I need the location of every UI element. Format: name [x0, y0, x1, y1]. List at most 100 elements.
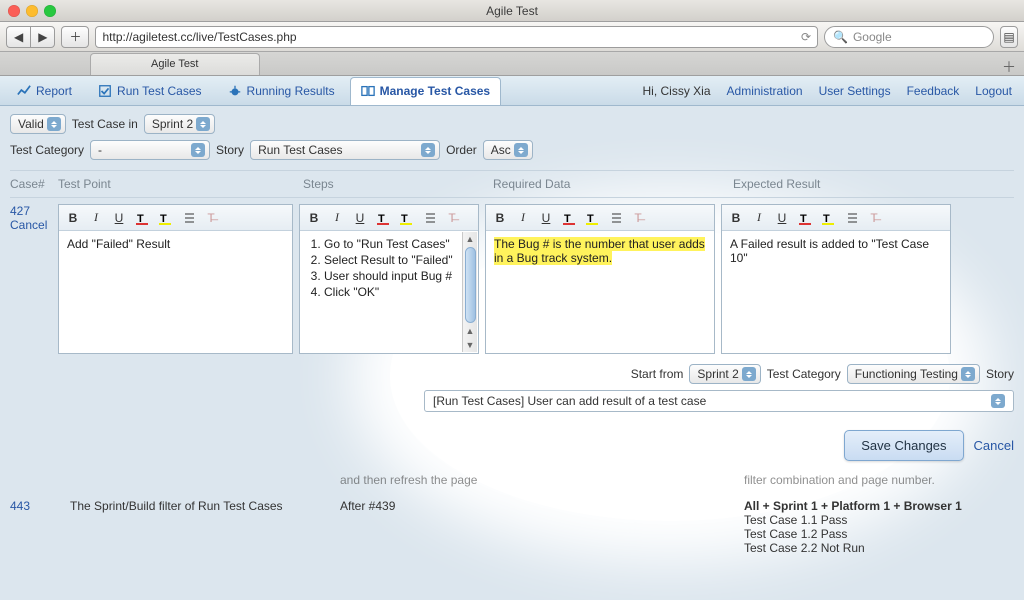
- italic-button[interactable]: I: [88, 210, 104, 226]
- testcase-table: Case# Test Point Steps Required Data Exp…: [10, 170, 1014, 561]
- list-button[interactable]: [607, 210, 623, 226]
- dropdown-value: Asc: [491, 143, 511, 157]
- editor-body[interactable]: A Failed result is added to "Test Case 1…: [722, 231, 950, 353]
- search-field[interactable]: 🔍 Google: [824, 26, 994, 48]
- highlight-button[interactable]: T: [398, 210, 414, 226]
- dropdown-value: Sprint 2: [697, 367, 738, 381]
- list-button[interactable]: [180, 210, 196, 226]
- add-bookmark-button[interactable]: ＋: [61, 26, 89, 48]
- col-header-req: Required Data: [493, 177, 733, 191]
- col-header-case: Case#: [10, 177, 58, 191]
- case-number-link[interactable]: 443: [10, 499, 50, 513]
- order-dropdown[interactable]: Asc: [483, 140, 533, 160]
- underline-button[interactable]: U: [774, 210, 790, 226]
- start-from-dropdown[interactable]: Sprint 2: [689, 364, 760, 384]
- ghost-expected-line: Test Case 2.2 Not Run: [744, 541, 1014, 555]
- clear-format-button[interactable]: T̶: [203, 210, 219, 226]
- col-header-steps: Steps: [303, 177, 493, 191]
- filter-label: Story: [216, 143, 244, 157]
- greeting-text: Hi, Cissy Xia: [643, 84, 711, 98]
- scroll-up-icon[interactable]: ▲: [466, 232, 475, 246]
- url-bar[interactable]: http://agiletest.cc/live/TestCases.php ⟳: [95, 26, 818, 48]
- step-item: Select Result to "Failed": [324, 253, 470, 267]
- cancel-link[interactable]: Cancel: [974, 438, 1014, 453]
- highlight-button[interactable]: T: [157, 210, 173, 226]
- link-administration[interactable]: Administration: [721, 84, 809, 98]
- link-logout[interactable]: Logout: [969, 84, 1018, 98]
- page-menu-button[interactable]: ▤: [1000, 26, 1018, 48]
- bold-button[interactable]: B: [492, 210, 508, 226]
- nav-tab-report[interactable]: Report: [6, 77, 83, 105]
- sprint-dropdown[interactable]: Sprint 2: [144, 114, 215, 134]
- clear-format-button[interactable]: T̶: [866, 210, 882, 226]
- nav-tab-label: Running Results: [247, 84, 335, 98]
- forward-button[interactable]: ▶: [30, 26, 55, 48]
- case-number-link[interactable]: 427: [10, 204, 52, 218]
- chevron-updown-icon: [991, 394, 1005, 408]
- new-tab-button[interactable]: ＋: [1000, 57, 1018, 75]
- chevron-updown-icon: [47, 117, 61, 131]
- list-button[interactable]: [421, 210, 437, 226]
- list-button[interactable]: [843, 210, 859, 226]
- window-zoom-button[interactable]: [44, 5, 56, 17]
- nav-tab-run[interactable]: Run Test Cases: [87, 77, 213, 105]
- window-close-button[interactable]: [8, 5, 20, 17]
- editor-body[interactable]: The Bug # is the number that user adds i…: [486, 231, 714, 353]
- back-button[interactable]: ◀: [6, 26, 30, 48]
- category-dropdown[interactable]: -: [90, 140, 210, 160]
- window-minimize-button[interactable]: [26, 5, 38, 17]
- story-select[interactable]: [Run Test Cases] User can add result of …: [424, 390, 1014, 412]
- text-color-button[interactable]: T: [561, 210, 577, 226]
- bold-button[interactable]: B: [306, 210, 322, 226]
- italic-button[interactable]: I: [515, 210, 531, 226]
- editor-body[interactable]: Go to "Run Test Cases"Select Result to "…: [300, 231, 478, 353]
- underline-button[interactable]: U: [352, 210, 368, 226]
- search-icon: 🔍: [833, 30, 848, 44]
- case-cancel-link[interactable]: Cancel: [10, 218, 52, 232]
- expected-result-editor: B I U T T T̶ A Failed result is added to…: [721, 204, 951, 354]
- scroll-down-icon[interactable]: ▼: [466, 338, 475, 352]
- browser-tab[interactable]: Agile Test: [90, 53, 260, 75]
- filter-row-1: Valid Test Case in Sprint 2: [10, 114, 1014, 134]
- editor-body[interactable]: Add "Failed" Result: [59, 231, 292, 353]
- text-color-button[interactable]: T: [134, 210, 150, 226]
- filter-label: Order: [446, 143, 477, 157]
- bold-button[interactable]: B: [65, 210, 81, 226]
- nav-tab-label: Run Test Cases: [117, 84, 202, 98]
- underline-button[interactable]: U: [538, 210, 554, 226]
- highlight-button[interactable]: T: [820, 210, 836, 226]
- nav-tab-running[interactable]: Running Results: [217, 77, 346, 105]
- scroll-down-icon[interactable]: ▲: [466, 324, 475, 338]
- chart-icon: [17, 84, 31, 98]
- ghost-expected-line: Test Case 1.1 Pass: [744, 513, 1014, 527]
- bold-button[interactable]: B: [728, 210, 744, 226]
- table-header: Case# Test Point Steps Required Data Exp…: [10, 171, 1014, 198]
- test-category-dropdown[interactable]: Functioning Testing: [847, 364, 980, 384]
- underline-button[interactable]: U: [111, 210, 127, 226]
- nav-tab-manage[interactable]: Manage Test Cases: [350, 77, 502, 105]
- ghost-steps: and then refresh the page: [340, 473, 640, 487]
- status-dropdown[interactable]: Valid: [10, 114, 66, 134]
- text-color-button[interactable]: T: [797, 210, 813, 226]
- editor-scrollbar[interactable]: ▲ ▲ ▼: [462, 232, 477, 352]
- reload-icon[interactable]: ⟳: [801, 30, 811, 44]
- highlight-button[interactable]: T: [584, 210, 600, 226]
- text-color-button[interactable]: T: [375, 210, 391, 226]
- steps-ordered-list: Go to "Run Test Cases"Select Result to "…: [324, 237, 470, 299]
- ghost-expected-line: Test Case 1.2 Pass: [744, 527, 1014, 541]
- save-button[interactable]: Save Changes: [844, 430, 963, 461]
- col-header-exp: Expected Result: [733, 177, 973, 191]
- col-header-point: Test Point: [58, 177, 303, 191]
- italic-button[interactable]: I: [751, 210, 767, 226]
- dropdown-value: Functioning Testing: [855, 367, 958, 381]
- link-feedback[interactable]: Feedback: [901, 84, 966, 98]
- story-dropdown[interactable]: Run Test Cases: [250, 140, 440, 160]
- clear-format-button[interactable]: T̶: [444, 210, 460, 226]
- link-user-settings[interactable]: User Settings: [813, 84, 897, 98]
- scroll-thumb[interactable]: [465, 247, 476, 323]
- italic-button[interactable]: I: [329, 210, 345, 226]
- clear-format-button[interactable]: T̶: [630, 210, 646, 226]
- chevron-updown-icon: [196, 117, 210, 131]
- story-label: Story: [986, 367, 1014, 381]
- traffic-lights: [8, 5, 56, 17]
